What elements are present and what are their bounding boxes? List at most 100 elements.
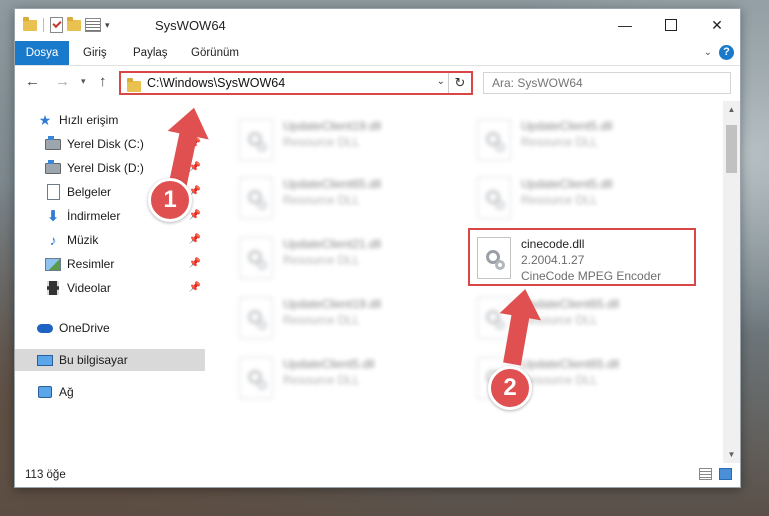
file-description: Resource DLL: [521, 193, 598, 207]
documents-icon: [45, 184, 61, 200]
help-icon[interactable]: ?: [719, 45, 734, 60]
ribbon-tabs: Dosya Giriş Paylaş Görünüm ⌄ ?: [15, 41, 740, 66]
address-path[interactable]: C:\Windows\SysWOW64: [147, 76, 285, 90]
step-badge-1: 1: [148, 178, 192, 222]
cinecode-highlight-box: [468, 228, 696, 286]
folder-icon: [23, 16, 37, 31]
sidebar-item-label: Müzik: [67, 233, 99, 247]
address-bar[interactable]: C:\Windows\SysWOW64 ⌄ ↻: [119, 71, 473, 95]
file-description: Resource DLL: [283, 135, 360, 149]
dll-file-icon: [239, 177, 273, 219]
file-name: UpdateClient5.dll: [521, 119, 613, 133]
file-tile[interactable]: UpdateClient5.dll Resource DLL: [469, 113, 699, 167]
sidebar-item-label: Videolar: [67, 281, 111, 295]
properties-check-icon[interactable]: [50, 17, 63, 33]
star-icon: ★: [38, 111, 52, 128]
sidebar-item-this-pc[interactable]: Bu bilgisayar: [15, 349, 205, 371]
customize-toolbar-chevron-icon[interactable]: ▾: [105, 20, 110, 31]
file-tile[interactable]: UpdateClient19.dll Resource DLL: [231, 291, 461, 345]
sidebar-item-label: Yerel Disk (C:): [67, 137, 144, 151]
folder-icon: [127, 78, 141, 92]
sidebar-item-label: Resimler: [67, 257, 115, 271]
sidebar-item-music[interactable]: ♪ Müzik 📌: [15, 229, 205, 251]
new-folder-icon[interactable]: [67, 16, 81, 31]
scroll-down-icon[interactable]: ▼: [723, 446, 740, 463]
search-box[interactable]: [483, 72, 731, 94]
file-tile[interactable]: UpdateClient5.dll Resource DLL: [469, 171, 699, 225]
file-name: UpdateClient65.dll: [521, 357, 620, 371]
drive-icon: [45, 159, 61, 176]
up-arrow-icon[interactable]: ↑: [99, 73, 107, 90]
recent-locations-chevron-icon[interactable]: ▾: [81, 76, 86, 87]
file-tile[interactable]: UpdateClient19.dll Resource DLL: [231, 113, 461, 167]
sidebar-item-label: Ağ: [59, 385, 74, 399]
item-count: 113 öğe: [25, 469, 66, 481]
file-tile[interactable]: UpdateClient65.dll Resource DLL: [231, 171, 461, 225]
file-description: Resource DLL: [283, 193, 360, 207]
refresh-icon[interactable]: ↻: [448, 73, 471, 93]
sidebar-item-videos[interactable]: Videolar 📌: [15, 277, 205, 299]
tab-view[interactable]: Görünüm: [181, 41, 249, 65]
tab-share[interactable]: Paylaş: [123, 41, 178, 65]
scroll-up-icon[interactable]: ▲: [723, 101, 740, 118]
file-description: Resource DLL: [283, 313, 360, 327]
cloud-icon: [37, 320, 53, 336]
step-badge-2: 2: [488, 366, 532, 410]
file-description: Resource DLL: [283, 373, 360, 387]
file-name: UpdateClient65.dll: [283, 177, 382, 191]
dll-file-icon: [239, 297, 273, 339]
music-icon: ♪: [49, 232, 57, 248]
dll-file-icon: [239, 357, 273, 399]
sidebar-item-network[interactable]: Ağ: [15, 381, 205, 403]
close-button[interactable]: ✕: [694, 9, 740, 41]
sidebar-item-label: İndirmeler: [67, 209, 121, 223]
sidebar-item-label: Yerel Disk (D:): [67, 161, 144, 175]
maximize-button[interactable]: [648, 9, 694, 41]
dll-file-icon: [239, 119, 273, 161]
search-input[interactable]: [484, 73, 730, 93]
pin-icon[interactable]: 📌: [189, 282, 201, 293]
sidebar-item-label: Belgeler: [67, 185, 112, 199]
details-view-icon[interactable]: [699, 468, 712, 480]
file-description: Resource DLL: [521, 373, 598, 387]
scrollbar-thumb[interactable]: [726, 125, 737, 173]
sidebar-item-pictures[interactable]: Resimler 📌: [15, 253, 205, 275]
sidebar-item-label: OneDrive: [59, 321, 110, 335]
network-icon: [37, 384, 53, 400]
dll-file-icon: [477, 119, 511, 161]
file-name: UpdateClient21.dll: [283, 237, 382, 251]
sidebar-item-onedrive[interactable]: OneDrive: [15, 317, 205, 339]
back-arrow-icon[interactable]: ←: [25, 73, 40, 90]
file-name: UpdateClient5.dll: [521, 177, 613, 191]
minimize-button[interactable]: —: [602, 9, 648, 41]
window-title: SysWOW64: [155, 18, 226, 33]
quick-access-toolbar: ▾: [23, 16, 110, 33]
navigation-bar: ← → ▾ ↑ C:\Windows\SysWOW64 ⌄ ↻: [15, 66, 740, 100]
maximize-icon: [665, 19, 677, 31]
file-tile[interactable]: UpdateClient5.dll Resource DLL: [231, 351, 461, 405]
downloads-icon: ⬇: [46, 208, 60, 225]
computer-icon: [37, 352, 53, 368]
sidebar-item-label: Bu bilgisayar: [59, 353, 128, 367]
drive-icon: [45, 135, 61, 152]
status-bar: 113 öğe: [15, 463, 740, 487]
expand-ribbon-chevron-icon[interactable]: ⌄: [704, 47, 712, 58]
view-properties-icon[interactable]: [85, 18, 101, 32]
vertical-scrollbar[interactable]: ▲ ▼: [723, 101, 740, 463]
file-description: Resource DLL: [521, 135, 598, 149]
tab-home[interactable]: Giriş: [73, 41, 117, 65]
pin-icon[interactable]: 📌: [189, 258, 201, 269]
dll-file-icon: [477, 177, 511, 219]
address-dropdown-chevron-icon[interactable]: ⌄: [437, 76, 445, 87]
sidebar-item-label: Hızlı erişim: [59, 113, 119, 127]
pin-icon[interactable]: 📌: [189, 210, 201, 221]
pin-icon[interactable]: 📌: [189, 234, 201, 245]
tab-file[interactable]: Dosya: [15, 41, 69, 65]
videos-icon: [45, 280, 61, 296]
forward-arrow-icon[interactable]: →: [55, 73, 70, 90]
file-tile[interactable]: UpdateClient21.dll Resource DLL: [231, 231, 461, 285]
large-icons-view-icon[interactable]: [719, 468, 732, 480]
toolbar-separator: [43, 18, 44, 32]
title-bar: ▾ SysWOW64 — ✕: [15, 9, 740, 41]
dll-file-icon: [239, 237, 273, 279]
